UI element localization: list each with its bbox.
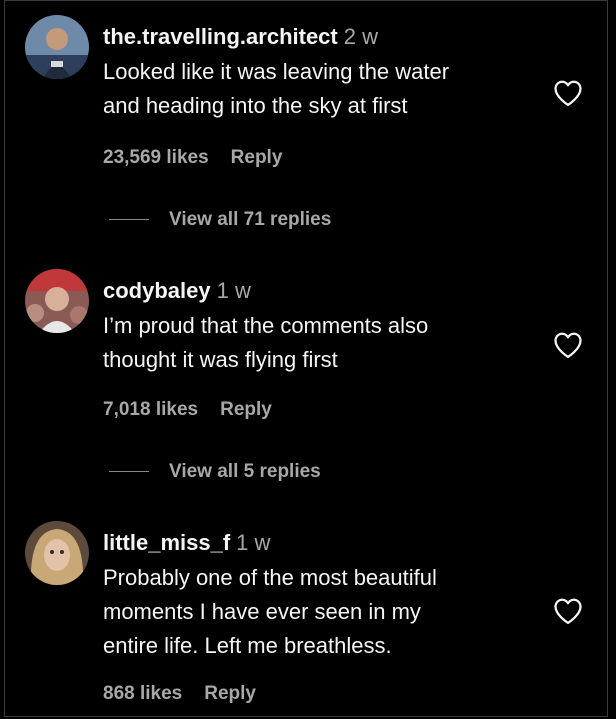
avatar[interactable] (25, 269, 89, 333)
likes-count[interactable]: 868 likes (103, 683, 182, 704)
comment-text-line: entire life. Left me breathless. (103, 633, 392, 658)
comment-text-line: Probably one of the most beautiful (103, 565, 437, 590)
avatar[interactable] (25, 15, 89, 79)
comment-text-line: thought it was flying first (103, 347, 338, 372)
replies-divider (109, 219, 149, 221)
username[interactable]: little_miss_f (103, 530, 230, 555)
likes-count[interactable]: 7,018 likes (103, 399, 198, 420)
comment-text-line: moments I have ever seen in my (103, 599, 421, 624)
replies-divider (109, 471, 149, 473)
comment-body: little_miss_f 1 w Probably one of the mos… (103, 529, 543, 663)
comment-meta: 7,018 likes Reply (103, 399, 272, 421)
timestamp: 1 w (236, 530, 271, 555)
timestamp: 2 w (343, 24, 378, 49)
heart-outline-icon[interactable] (553, 597, 583, 625)
comment-meta: 868 likes Reply (103, 683, 256, 705)
comment-text-line: Looked like it was leaving the water (103, 59, 450, 84)
timestamp: 1 w (216, 278, 251, 303)
view-replies-button[interactable]: View all 71 replies (109, 209, 331, 231)
username[interactable]: codybaley (103, 278, 211, 303)
reply-button[interactable]: Reply (231, 147, 283, 168)
reply-button[interactable]: Reply (220, 399, 272, 420)
comment-text: I’m proud that the comments also thought… (103, 309, 543, 377)
view-replies-label: View all 71 replies (169, 209, 332, 230)
heart-outline-icon[interactable] (553, 331, 583, 359)
avatar[interactable] (25, 521, 89, 585)
comment-text: Probably one of the most beautiful momen… (103, 561, 543, 663)
view-replies-label: View all 5 replies (169, 461, 321, 482)
view-replies-button[interactable]: View all 5 replies (109, 461, 321, 483)
comment-text: Looked like it was leaving the water and… (103, 55, 543, 123)
username[interactable]: the.travelling.architect (103, 24, 338, 49)
comment-meta: 23,569 likes Reply (103, 147, 282, 169)
reply-button[interactable]: Reply (204, 683, 256, 704)
comment-body: codybaley 1 w I’m proud that the comments… (103, 277, 543, 377)
comments-panel: the.travelling.architect 2 w Looked like … (4, 0, 608, 717)
comment-text-line: I’m proud that the comments also (103, 313, 429, 338)
comment-body: the.travelling.architect 2 w Looked like … (103, 23, 543, 123)
heart-outline-icon[interactable] (553, 79, 583, 107)
comment-text-line: and heading into the sky at first (103, 93, 408, 118)
likes-count[interactable]: 23,569 likes (103, 147, 209, 168)
